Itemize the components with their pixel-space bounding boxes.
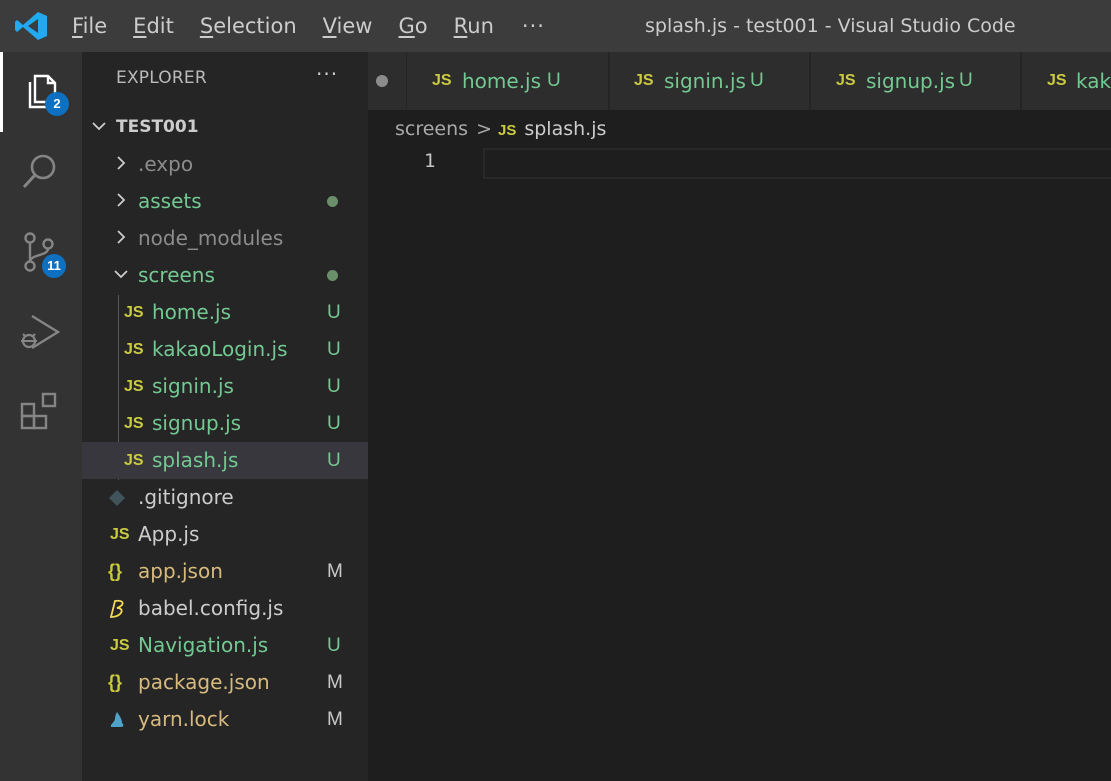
git-status: U [327, 339, 341, 360]
tree-file-selected[interactable]: JS splash.js U [82, 442, 368, 479]
breadcrumb-folder[interactable]: screens [395, 118, 468, 140]
tab-signin-js[interactable]: JS signin.js U [610, 52, 810, 110]
window-title: splash.js - test001 - Visual Studio Code [645, 15, 1016, 37]
js-file-icon: JS [110, 637, 130, 654]
git-status: U [327, 302, 341, 323]
activity-search[interactable] [0, 132, 82, 212]
menu-more-button[interactable]: ··· [522, 14, 545, 38]
tree-folder[interactable]: .expo [82, 146, 368, 183]
changes-dot [327, 196, 338, 207]
unsaved-dot-icon [376, 75, 388, 87]
extensions-icon [20, 392, 57, 430]
search-icon [22, 154, 56, 189]
tab-kakaologin-js[interactable]: JS kakaoLogin.js [1022, 52, 1111, 110]
git-status: M [327, 672, 343, 693]
menu-view[interactable]: View [323, 0, 373, 52]
activity-explorer[interactable]: 2 [0, 52, 82, 132]
js-file-icon: JS [124, 415, 144, 432]
tree-file[interactable]: {} package.json M [82, 664, 368, 701]
tree-file[interactable]: JS kakaoLogin.js U [82, 331, 368, 368]
breadcrumb: screens > JS splash.js [395, 110, 606, 148]
babel-icon [109, 599, 124, 618]
js-file-icon: JS [1047, 72, 1067, 89]
editor-area[interactable]: screens > JS splash.js 1 [368, 110, 1111, 781]
menu-edit[interactable]: Edit [133, 0, 174, 52]
chevron-down-icon [92, 122, 106, 131]
changes-dot [327, 270, 338, 281]
tree-file[interactable]: JS App.js [82, 516, 368, 553]
chevron-right-icon [117, 193, 126, 207]
git-status: M [327, 561, 343, 582]
tree-file[interactable]: .gitignore [82, 479, 368, 516]
activity-bar: 2 11 [0, 52, 82, 781]
activity-source-control[interactable]: 11 [0, 212, 82, 292]
tab-home-js[interactable]: JS home.js U [407, 52, 609, 110]
explorer-more-button[interactable]: ··· [316, 62, 338, 86]
tab-splash-dirty[interactable] [368, 52, 406, 110]
source-control-badge: 11 [42, 254, 66, 278]
chevron-right-icon [117, 230, 126, 244]
breadcrumb-separator: > [476, 118, 492, 140]
tab-signup-js[interactable]: JS signup.js U [811, 52, 1021, 110]
activity-extensions[interactable] [0, 372, 82, 452]
menu-selection[interactable]: Selection [200, 0, 297, 52]
tree-file[interactable]: JS signin.js U [82, 368, 368, 405]
chevron-down-icon [114, 270, 128, 279]
git-status: U [327, 450, 341, 471]
json-file-icon: {} [108, 672, 123, 692]
explorer-title: EXPLORER [116, 68, 207, 88]
breadcrumb-file[interactable]: splash.js [524, 118, 606, 140]
js-file-icon: JS [432, 72, 452, 89]
tree-root-folder[interactable]: TEST001 [82, 109, 368, 146]
tree-file[interactable]: babel.config.js [82, 590, 368, 627]
tree-folder[interactable]: node_modules [82, 220, 368, 257]
activity-run-debug[interactable] [0, 292, 82, 372]
menu-bar: File Edit Selection View Go Run ··· [72, 0, 545, 52]
explorer-badge: 2 [45, 92, 69, 116]
menu-run[interactable]: Run [454, 0, 494, 52]
line-number: 1 [424, 150, 436, 172]
js-file-icon: JS [124, 304, 144, 321]
js-file-icon: JS [124, 452, 144, 469]
explorer-sidebar: EXPLORER ··· TEST001 .expo assets node_m… [82, 52, 368, 781]
menu-go[interactable]: Go [398, 0, 427, 52]
tree-file[interactable]: yarn.lock M [82, 701, 368, 738]
chevron-right-icon [117, 156, 126, 170]
vscode-logo-icon[interactable] [14, 10, 48, 42]
tree-file[interactable]: JS signup.js U [82, 405, 368, 442]
js-file-icon: JS [634, 72, 654, 89]
tree-folder[interactable]: screens [82, 257, 368, 294]
editor-tabs: JS home.js U JS signin.js U JS signup.js… [368, 52, 1111, 110]
tree-file[interactable]: JS home.js U [82, 294, 368, 331]
run-debug-icon [21, 314, 61, 350]
git-icon [109, 490, 125, 506]
git-status: U [327, 376, 341, 397]
js-file-icon: JS [124, 341, 144, 358]
git-status: U [327, 635, 341, 656]
json-file-icon: {} [108, 561, 123, 581]
js-file-icon: JS [836, 72, 856, 89]
git-status: M [327, 709, 343, 730]
title-bar: File Edit Selection View Go Run ··· spla… [0, 0, 1111, 52]
yarn-icon [110, 712, 124, 727]
current-line-highlight[interactable] [483, 148, 1111, 179]
js-file-icon: JS [124, 378, 144, 395]
tree-file[interactable]: {} app.json M [82, 553, 368, 590]
tree-folder[interactable]: assets [82, 183, 368, 220]
js-file-icon: JS [497, 122, 517, 139]
git-status: U [327, 413, 341, 434]
tree-file[interactable]: JS Navigation.js U [82, 627, 368, 664]
menu-file[interactable]: File [72, 0, 107, 52]
js-file-icon: JS [110, 526, 130, 543]
